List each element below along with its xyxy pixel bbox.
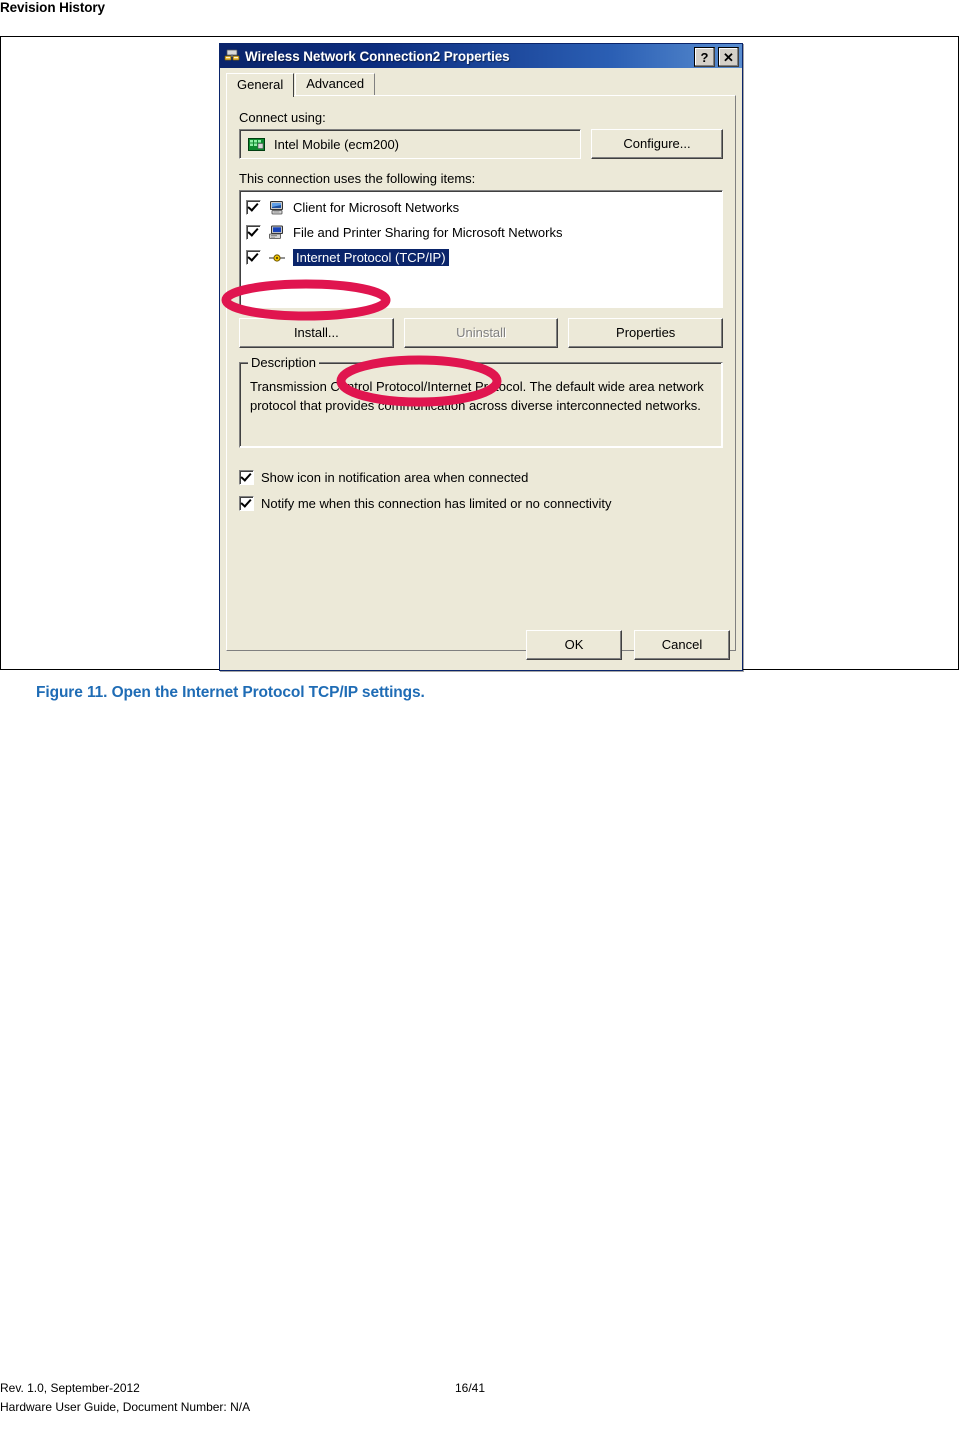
list-item-label: Internet Protocol (TCP/IP) [293,249,449,266]
item-checkbox[interactable] [246,200,261,215]
page-footer: Rev. 1.0, September-2012 16/41 Hardware … [0,1381,961,1419]
tab-advanced[interactable]: Advanced [295,73,376,95]
ok-button[interactable]: OK [526,630,622,660]
tab-general[interactable]: General [226,73,295,97]
item-checkbox[interactable] [246,225,261,240]
footer-page-number: 16/41 [455,1381,486,1395]
option-notify-limited[interactable]: Notify me when this connection has limit… [239,490,723,516]
network-items-listbox[interactable]: Client for Microsoft Networks File and P… [239,190,723,308]
install-button[interactable]: Install... [239,318,394,348]
connection-options: Show icon in notification area when conn… [239,464,723,516]
item-action-buttons: Install... Uninstall Properties [239,318,724,348]
tabstrip: General Advanced [226,73,742,97]
option-show-icon[interactable]: Show icon in notification area when conn… [239,464,723,490]
file-printer-sharing-icon [268,225,286,241]
description-groupbox: Description Transmission Control Protoco… [239,355,723,448]
adapter-name: Intel Mobile (ecm200) [274,136,399,152]
option-label: Notify me when this connection has limit… [261,495,612,511]
list-item-label: Client for Microsoft Networks [293,200,460,215]
connect-using-label: Connect using: [239,110,326,125]
titlebar-buttons: ? ✕ [694,47,739,67]
items-label: This connection uses the following items… [239,171,476,186]
description-text: Transmission Control Protocol/Internet P… [250,379,704,413]
uninstall-button: Uninstall [403,318,559,348]
list-item-label: File and Printer Sharing for Microsoft N… [293,225,563,240]
general-tab-panel: Connect using: Intel Mobile (ecm200) Con… [226,95,736,651]
tcpip-protocol-icon [268,250,286,266]
network-connection-icon [224,48,240,64]
list-item-tcpip[interactable]: Internet Protocol (TCP/IP) [246,245,720,270]
list-item[interactable]: Client for Microsoft Networks [246,195,720,220]
option-checkbox[interactable] [239,469,254,485]
document-header: Revision History [0,0,105,15]
dialog-titlebar[interactable]: Wireless Network Connection2 Properties … [220,44,742,68]
figure-caption: Figure 11. Open the Internet Protocol TC… [36,684,425,701]
help-button[interactable]: ? [694,47,715,67]
wireless-network-connection-properties-dialog: Wireless Network Connection2 Properties … [219,43,743,671]
cancel-button[interactable]: Cancel [634,630,730,660]
adapter-field[interactable]: Intel Mobile (ecm200) [239,129,581,159]
network-adapter-icon [248,137,265,152]
dialog-action-buttons: OK Cancel [526,630,730,660]
figure-frame: Wireless Network Connection2 Properties … [0,36,959,671]
option-label: Show icon in notification area when conn… [261,469,529,485]
footer-document-line: Hardware User Guide, Document Number: N/… [0,1400,251,1414]
footer-revision: Rev. 1.0, September-2012 [0,1381,140,1395]
client-computer-icon [268,200,286,216]
dialog-title: Wireless Network Connection2 Properties [245,48,510,64]
option-checkbox[interactable] [239,495,254,511]
item-checkbox[interactable] [246,250,261,265]
connect-using-row: Intel Mobile (ecm200) Configure... [239,129,723,159]
close-icon[interactable]: ✕ [718,47,739,67]
list-item[interactable]: File and Printer Sharing for Microsoft N… [246,220,720,245]
properties-button[interactable]: Properties [568,318,724,348]
configure-button[interactable]: Configure... [591,129,723,159]
description-groupbox-title: Description [248,355,320,370]
